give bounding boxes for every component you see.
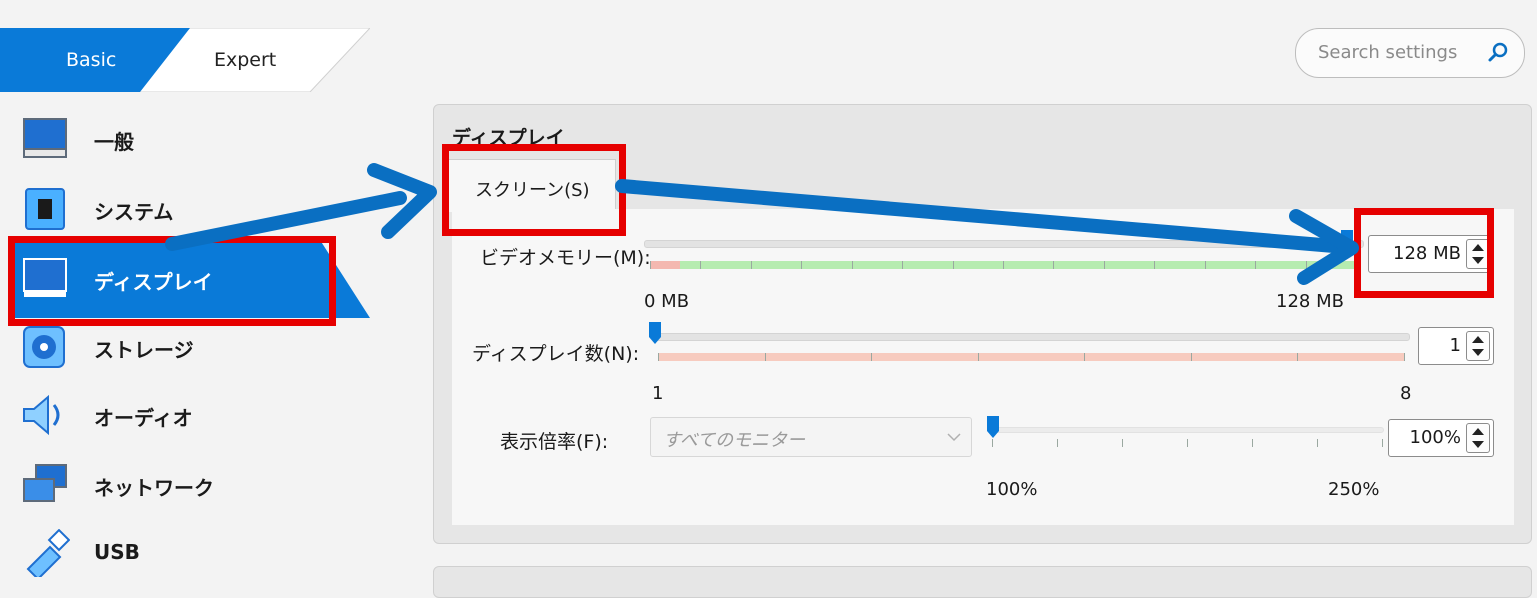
slider-tick [1255,261,1257,269]
highlight-display-item [8,236,336,326]
video-memory-label: ビデオメモリー(M): [480,247,651,269]
tab-basic[interactable]: Basic [66,49,116,71]
sidebar-item-usb[interactable]: USB [14,522,354,584]
spin-arrows-icon[interactable] [1466,423,1490,453]
slider-tick [1204,261,1206,269]
slider-tick [1103,261,1105,269]
slider-tick [1122,439,1123,447]
chip-icon [25,188,65,230]
scale-factor-slider[interactable] [992,427,1384,433]
sidebar-item-audio[interactable]: オーディオ [14,384,354,446]
slider-tick [851,261,853,269]
slider-tick [1317,439,1318,447]
monitor-count-value: 1 [1449,335,1461,356]
monitor-icon [23,118,67,158]
monitor-count-slider-handle[interactable] [648,321,662,345]
search-icon[interactable] [1486,41,1510,65]
sidebar-item-label: USB [94,540,140,564]
slider-tick [1404,353,1405,361]
slider-tick [977,353,979,361]
slider-tick [871,353,873,361]
monitor-count-spinbox[interactable]: 1 [1418,327,1494,365]
mode-tabs: Basic Expert [0,28,370,92]
monitor-count-max-label: 8 [1400,383,1412,404]
sidebar-item-label: システム [94,200,174,224]
slider-tick [1190,353,1192,361]
slider-tick [1053,261,1055,269]
monitor-count-label: ディスプレイ数(N): [472,343,640,365]
video-memory-max-label: 128 MB [1276,291,1344,312]
sidebar-item-label: ストレージ [94,338,194,362]
slider-tick [1252,439,1253,447]
video-memory-range-invalid [650,261,680,269]
network-icon [23,464,67,502]
slider-tick [1297,353,1299,361]
sidebar-item-label: オーディオ [94,406,193,430]
disk-icon [23,326,65,368]
video-memory-slider[interactable] [644,240,1364,248]
chevron-down-icon [947,433,961,442]
monitor-select[interactable]: すべてのモニター [650,417,972,457]
slider-tick [658,353,659,361]
search-placeholder: Search settings [1318,42,1458,63]
slider-tick [1305,261,1307,269]
next-panel [433,566,1532,598]
sidebar-item-label: ネットワーク [94,476,214,500]
usb-icon [26,529,70,577]
slider-tick [801,261,803,269]
tab-expert[interactable]: Expert [214,49,276,71]
slider-tick [764,353,766,361]
speaker-icon [23,394,60,436]
sidebar-item-network[interactable]: ネットワーク [14,454,354,516]
slider-tick [992,439,993,447]
slider-tick [902,261,904,269]
video-memory-slider-handle[interactable] [1340,229,1354,253]
slider-tick [1154,261,1156,269]
slider-tick [1187,439,1188,447]
monitor-count-min-label: 1 [652,383,664,404]
monitor-select-value: すべてのモニター [663,430,806,451]
slider-tick [1003,261,1004,269]
slider-tick [650,261,651,269]
slider-tick [1382,439,1383,447]
highlight-video-memory [1354,208,1494,298]
scale-factor-spinbox[interactable]: 100% [1388,419,1494,457]
highlight-screen-tab [442,144,626,236]
mode-tabs-shape [0,28,370,92]
sidebar-item-system[interactable]: システム [14,178,354,240]
scale-factor-slider-handle[interactable] [986,415,1000,439]
slider-tick [1084,353,1086,361]
sidebar-item-general[interactable]: 一般 [14,108,354,170]
monitor-count-slider[interactable] [652,333,1410,341]
scale-factor-label: 表示倍率(F): [500,431,609,453]
scale-factor-min-label: 100% [986,479,1038,500]
spin-arrows-icon[interactable] [1466,331,1490,361]
search-input[interactable]: Search settings [1295,28,1525,78]
slider-tick [1057,439,1058,447]
monitor-count-range [658,353,1404,361]
slider-tick [952,261,954,269]
scale-factor-value: 100% [1409,427,1461,448]
sidebar-item-label: 一般 [94,130,134,154]
slider-tick [750,261,752,269]
video-memory-min-label: 0 MB [644,291,690,312]
slider-tick [700,261,702,269]
scale-factor-max-label: 250% [1328,479,1380,500]
